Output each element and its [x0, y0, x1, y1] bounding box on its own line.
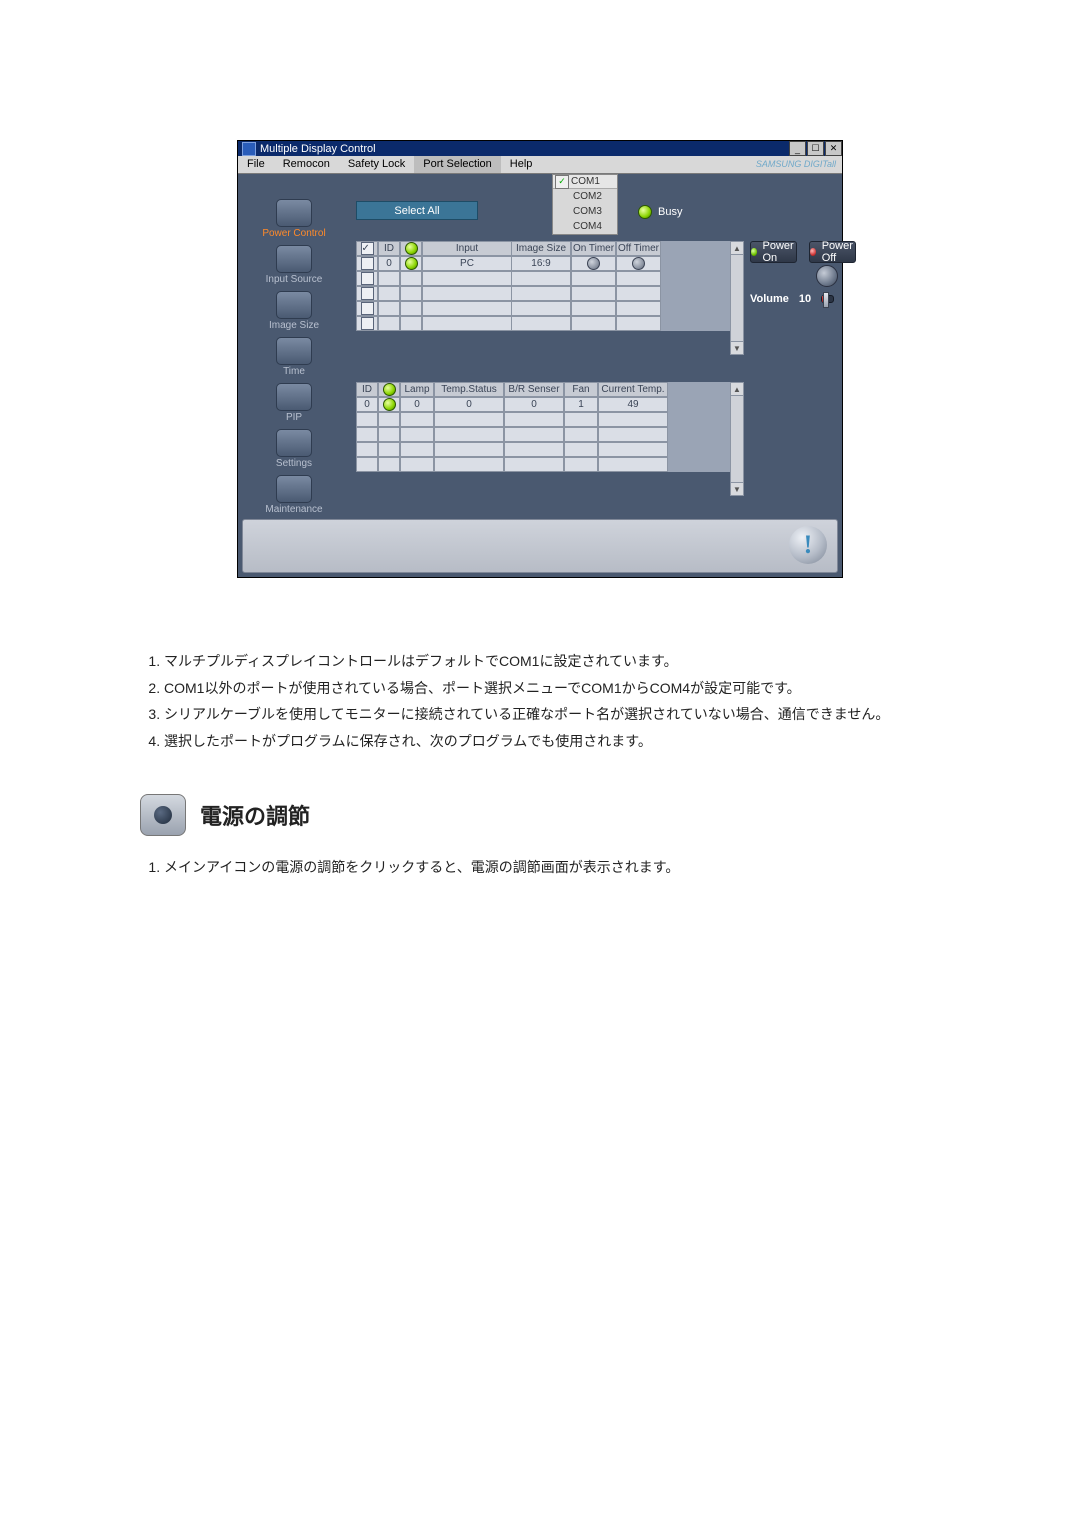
- menu-port-selection[interactable]: Port Selection: [414, 156, 500, 173]
- col-fan: Fan: [564, 382, 598, 397]
- power-control-icon: [140, 794, 186, 836]
- titlebar: Multiple Display Control _ ☐ ✕: [238, 141, 842, 156]
- window-title: Multiple Display Control: [260, 143, 376, 155]
- col-power: [400, 241, 422, 256]
- sidebar: Power Control Input Source Image Size Ti…: [244, 199, 344, 521]
- menubar: File Remocon Safety Lock Port Selection …: [238, 156, 842, 174]
- speaker-icon[interactable]: [816, 265, 838, 287]
- note-item: マルチプルディスプレイコントロールはデフォルトでCOM1に設定されています。: [164, 648, 940, 675]
- col-check[interactable]: ✓: [356, 241, 378, 256]
- note-item: 選択したポートがプログラムに保存され、次のプログラムでも使用されます。: [164, 728, 940, 755]
- checkbox-icon[interactable]: [361, 257, 374, 270]
- menu-help[interactable]: Help: [501, 156, 542, 173]
- minimize-button[interactable]: _: [789, 141, 806, 156]
- sidebar-item-time[interactable]: Time: [244, 337, 344, 377]
- timer-led-icon: [632, 257, 645, 270]
- col-off-timer: Off Timer: [616, 241, 661, 256]
- display-grid-right: Image Size On Timer Off Timer 16:9: [511, 241, 731, 331]
- power-off-led-icon: [810, 248, 816, 256]
- settings-icon: [276, 429, 312, 457]
- scroll-down-icon[interactable]: ▼: [731, 482, 743, 495]
- doc-notes: マルチプルディスプレイコントロールはデフォルトでCOM1に設定されています。 C…: [140, 648, 940, 754]
- busy-indicator: Busy: [638, 205, 682, 219]
- busy-label: Busy: [658, 206, 682, 218]
- select-all-button[interactable]: Select All: [356, 201, 478, 220]
- port-option[interactable]: COM3: [553, 204, 617, 219]
- note-item: メインアイコンの電源の調節をクリックすると、電源の調節画面が表示されます。: [164, 854, 940, 881]
- col-temp-status: Temp.Status: [434, 382, 504, 397]
- col-id: ID: [378, 241, 400, 256]
- power-on-button[interactable]: Power On: [750, 241, 797, 263]
- menu-remocon[interactable]: Remocon: [274, 156, 339, 173]
- port-dropdown[interactable]: ✓COM1 COM2 COM3 COM4: [552, 174, 618, 235]
- col-br-senser: B/R Senser: [504, 382, 564, 397]
- maintenance-icon: [276, 475, 312, 503]
- pip-icon: [276, 383, 312, 411]
- sidebar-item-image-size[interactable]: Image Size: [244, 291, 344, 331]
- sidebar-item-input-source[interactable]: Input Source: [244, 245, 344, 285]
- volume-row: Volume 10: [750, 293, 834, 305]
- power-led-icon: [405, 242, 418, 255]
- status-grid: ID Lamp Temp.Status B/R Senser Fan Curre…: [356, 382, 730, 472]
- scroll-up-icon[interactable]: ▲: [731, 383, 743, 396]
- status-bar: !: [242, 519, 838, 573]
- col-image-size: Image Size: [511, 241, 571, 256]
- col-power: [378, 382, 400, 397]
- menu-safety-lock[interactable]: Safety Lock: [339, 156, 414, 173]
- menu-file[interactable]: File: [238, 156, 274, 173]
- power-led-icon: [405, 257, 418, 270]
- port-option[interactable]: COM4: [553, 219, 617, 234]
- checkbox-icon[interactable]: ✓: [361, 242, 374, 255]
- power-led-icon: [383, 383, 396, 396]
- slider-thumb[interactable]: [823, 292, 829, 308]
- port-option[interactable]: COM1: [571, 176, 600, 187]
- input-icon: [276, 245, 312, 273]
- app-window: Multiple Display Control _ ☐ ✕ File Remo…: [237, 140, 843, 578]
- sidebar-item-settings[interactable]: Settings: [244, 429, 344, 469]
- volume-slider[interactable]: [821, 295, 834, 303]
- image-size-icon: [276, 291, 312, 319]
- maximize-button[interactable]: ☐: [807, 141, 824, 156]
- col-id: ID: [356, 382, 378, 397]
- app-icon: [242, 142, 256, 156]
- check-icon: ✓: [555, 175, 569, 189]
- power-icon: [276, 199, 312, 227]
- checkbox-icon[interactable]: [361, 272, 374, 285]
- scroll-down-icon[interactable]: ▼: [731, 341, 743, 354]
- col-on-timer: On Timer: [571, 241, 616, 256]
- scrollbar[interactable]: ▲ ▼: [730, 382, 744, 496]
- control-panel: Power On Power Off Volume 10: [750, 241, 834, 305]
- scroll-up-icon[interactable]: ▲: [731, 242, 743, 255]
- table-row[interactable]: 16:9: [511, 256, 731, 271]
- section-header: 電源の調節: [140, 794, 940, 836]
- power-off-button[interactable]: Power Off: [809, 241, 856, 263]
- power-led-icon: [383, 398, 396, 411]
- time-icon: [276, 337, 312, 365]
- note-item: シリアルケーブルを使用してモニターに接続されている正確なポート名が選択されていな…: [164, 701, 940, 728]
- close-button[interactable]: ✕: [825, 141, 842, 156]
- port-option[interactable]: COM2: [553, 189, 617, 204]
- section-title: 電源の調節: [200, 799, 310, 831]
- power-on-led-icon: [751, 248, 757, 256]
- doc-notes-2: メインアイコンの電源の調節をクリックすると、電源の調節画面が表示されます。: [140, 854, 940, 881]
- scrollbar[interactable]: ▲ ▼: [730, 241, 744, 355]
- col-lamp: Lamp: [400, 382, 434, 397]
- col-current-temp: Current Temp.: [598, 382, 668, 397]
- brand-label: SAMSUNG DIGITall: [756, 159, 836, 169]
- volume-value: 10: [799, 293, 811, 305]
- sidebar-item-pip[interactable]: PIP: [244, 383, 344, 423]
- table-row[interactable]: 0 0 0 0 1 49: [356, 397, 730, 412]
- checkbox-icon[interactable]: [361, 302, 374, 315]
- volume-label: Volume: [750, 293, 789, 305]
- sidebar-item-power-control[interactable]: Power Control: [244, 199, 344, 239]
- info-icon: !: [789, 526, 827, 564]
- checkbox-icon[interactable]: [361, 317, 374, 330]
- checkbox-icon[interactable]: [361, 287, 374, 300]
- timer-led-icon: [587, 257, 600, 270]
- busy-led-icon: [638, 205, 652, 219]
- note-item: COM1以外のポートが使用されている場合、ポート選択メニューでCOM1からCOM…: [164, 675, 940, 702]
- sidebar-item-maintenance[interactable]: Maintenance: [244, 475, 344, 515]
- col-input: Input: [422, 241, 512, 256]
